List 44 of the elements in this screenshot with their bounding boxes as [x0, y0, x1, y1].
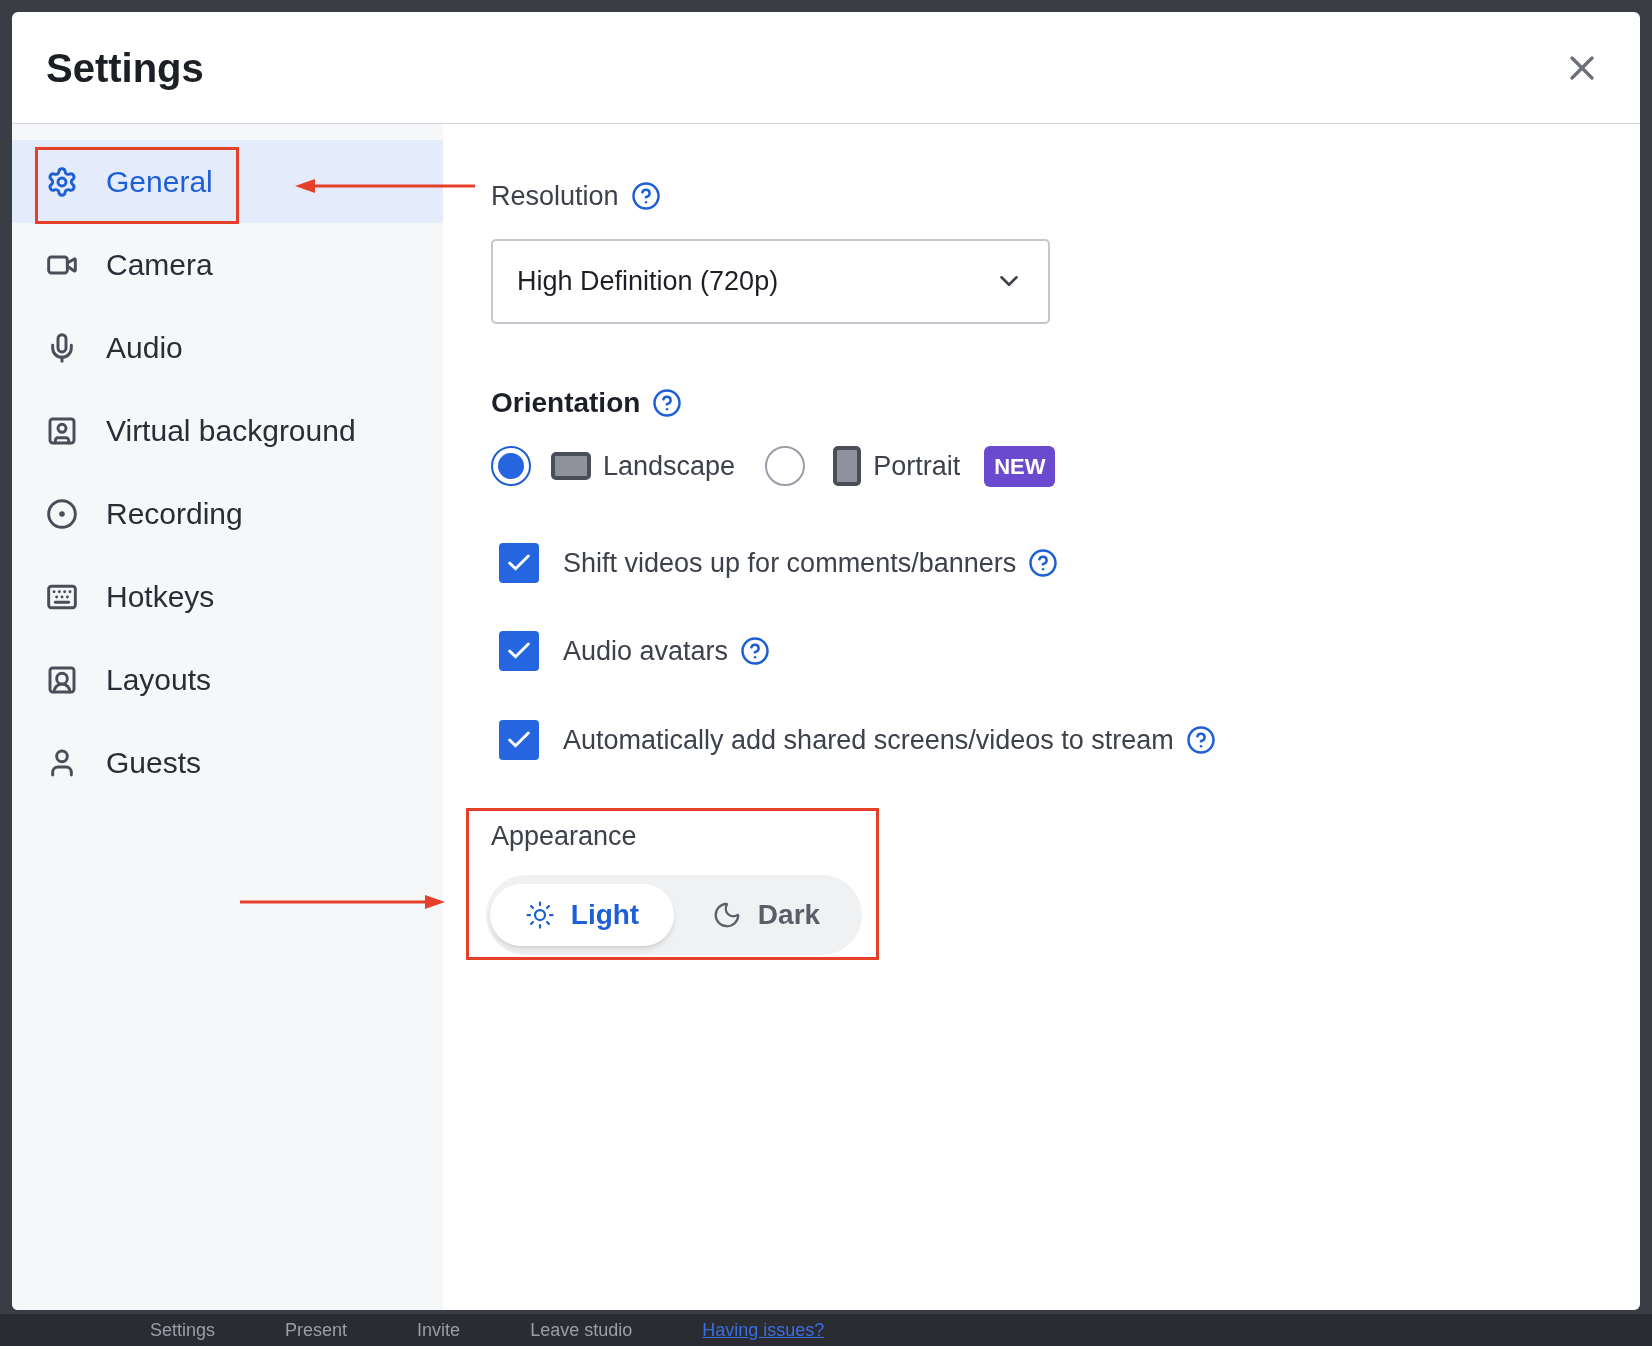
sidebar-label: Audio: [106, 330, 183, 366]
checkbox-label: Audio avatars: [563, 635, 729, 668]
sidebar-item[interactable]: Audio: [12, 306, 443, 389]
field-label: Appearance: [491, 820, 638, 853]
checkbox-label: Shift videos up for comments/banners: [563, 546, 1017, 580]
help-icon[interactable]: [1028, 547, 1059, 578]
landscape-icon: [551, 452, 591, 480]
resolution-dropdown[interactable]: High Definition (720p): [491, 238, 1050, 324]
theme-option[interactable]: Dark: [674, 883, 858, 946]
radio-button[interactable]: [491, 446, 531, 486]
radio-button[interactable]: [765, 446, 806, 486]
checkbox-label: Automatically add shared screens/videos to stream: [563, 723, 1174, 757]
help-icon[interactable]: [740, 636, 771, 667]
help-icon[interactable]: [652, 387, 683, 418]
sidebar-item[interactable]: Camera: [12, 223, 443, 306]
sidebar-item[interactable]: General: [12, 140, 443, 223]
portrait-icon: [833, 446, 862, 486]
sidebar-label: Virtual background: [106, 413, 356, 449]
section-heading: Orientation: [491, 385, 641, 420]
sun-icon: [524, 899, 555, 930]
checkbox[interactable]: [499, 542, 539, 583]
theme-option[interactable]: Light: [490, 883, 674, 946]
radio-label: Landscape: [603, 449, 736, 483]
field-label: Resolution: [491, 180, 619, 213]
record-icon: [46, 497, 78, 530]
sidebar-item[interactable]: Virtual background: [12, 389, 443, 472]
new-badge: NEW: [984, 445, 1056, 487]
sidebar-label: General: [106, 164, 213, 200]
sidebar-label: Camera: [106, 247, 213, 283]
dialog-title: Settings: [46, 44, 204, 92]
sidebar-label: Hotkeys: [106, 579, 215, 615]
sidebar-item[interactable]: Recording: [12, 472, 443, 555]
sidebar-label: Recording: [106, 496, 243, 532]
sidebar-item[interactable]: Layouts: [12, 638, 443, 721]
radio-label: Portrait: [873, 449, 961, 483]
sidebar-label: Guests: [106, 745, 202, 781]
checkbox[interactable]: [499, 719, 539, 760]
checkbox[interactable]: [499, 631, 539, 672]
sidebar-item[interactable]: Hotkeys: [12, 555, 443, 638]
help-icon[interactable]: [630, 181, 661, 212]
sidebar-item[interactable]: Guests: [12, 721, 443, 804]
settings-icon: [46, 165, 78, 198]
sidebar-label: Layouts: [106, 662, 212, 698]
help-icon[interactable]: [1185, 724, 1216, 755]
